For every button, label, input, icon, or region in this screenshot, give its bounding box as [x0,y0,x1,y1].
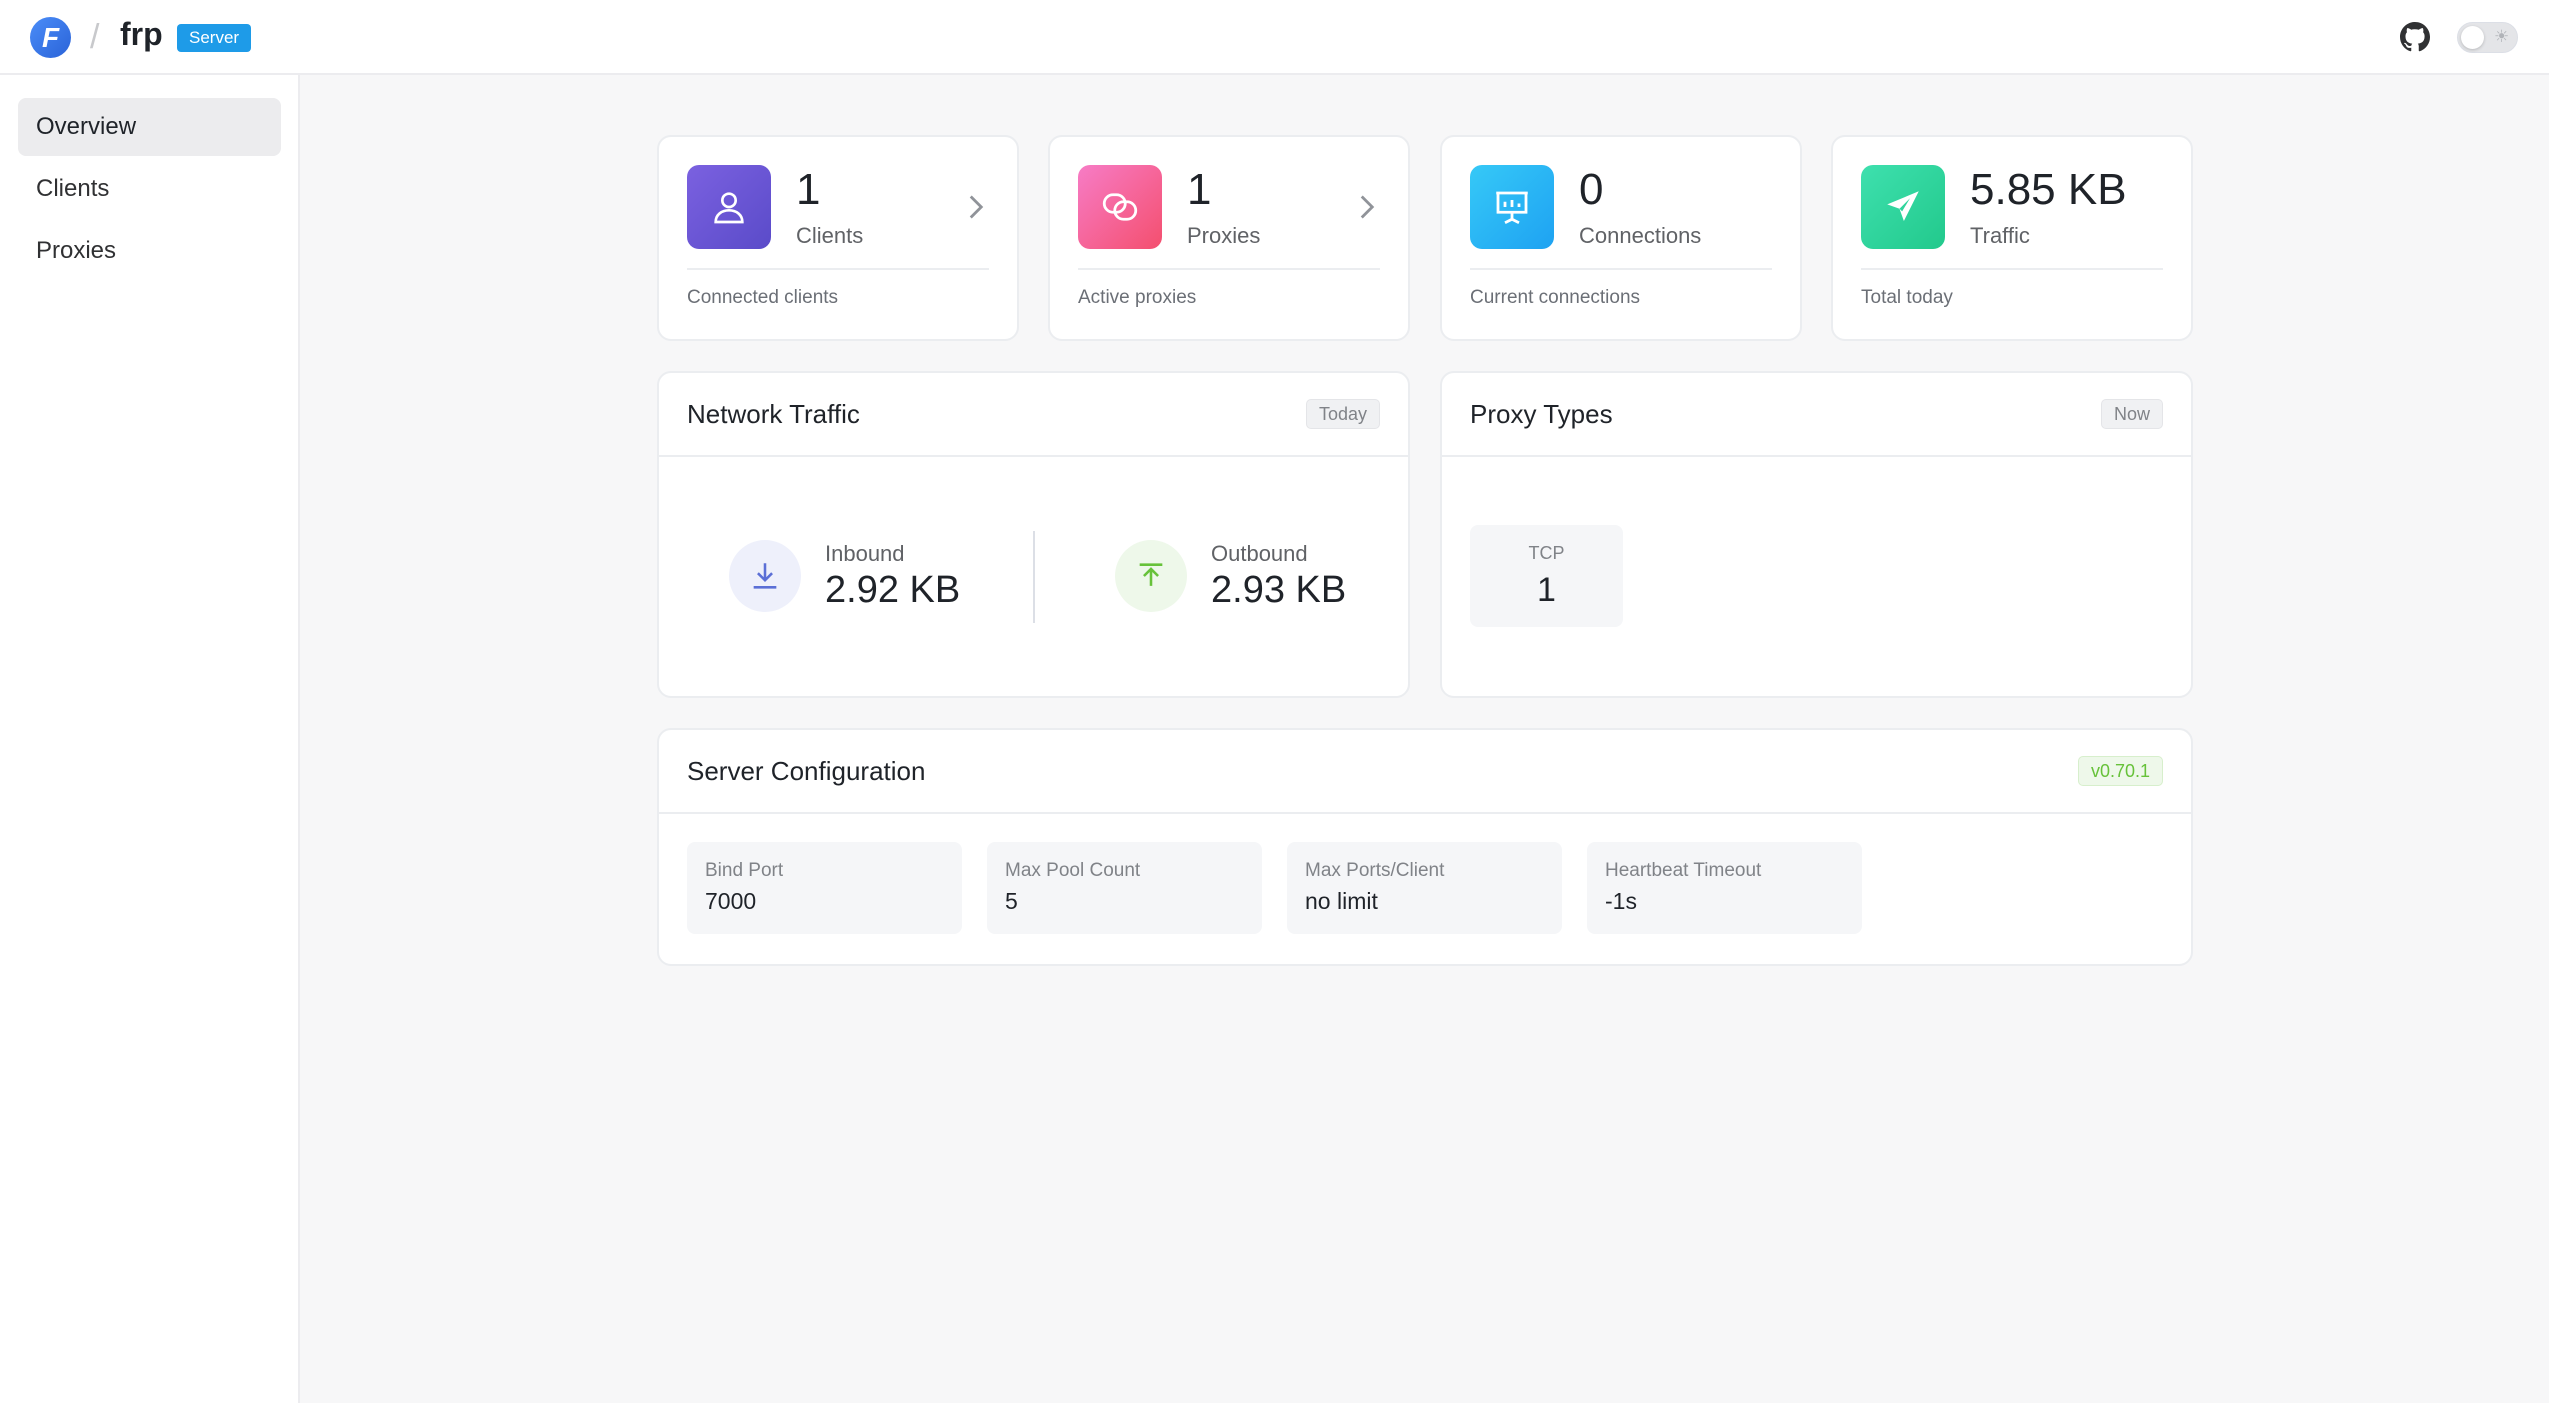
panel-title: Server Configuration [687,756,926,786]
toggle-knob [2461,26,2484,49]
breadcrumb-separator: / [90,18,100,56]
config-item-max-ports-client: Max Ports/Client no limit [1287,842,1562,934]
config-item-bind-port: Bind Port 7000 [687,842,962,934]
sidebar-item-proxies[interactable]: Proxies [18,222,281,280]
download-icon [729,540,801,612]
stat-subtitle: Total today [1861,287,1953,308]
sidebar-item-label: Proxies [36,237,117,264]
config-item-heartbeat-timeout: Heartbeat Timeout -1s [1587,842,1862,934]
config-label: Bind Port [705,860,784,881]
github-icon[interactable] [2400,22,2430,52]
period-tag: Now [2100,399,2163,429]
link-icon [1078,165,1162,249]
config-label: Heartbeat Timeout [1605,860,1762,881]
panel-title: Proxy Types [1470,399,1613,429]
user-icon [687,165,771,249]
panel-title: Network Traffic [687,399,860,429]
stat-label: Clients [796,223,864,248]
divider [659,812,2191,814]
config-value: -1s [1605,888,1637,914]
version-tag: v0.70.1 [2077,756,2163,786]
frp-logo[interactable]: F [30,17,71,58]
divider [687,268,989,270]
proxy-type-label: TCP [1528,543,1565,563]
theme-toggle[interactable]: ☀ [2457,22,2518,53]
sidebar-item-label: Clients [36,175,110,202]
server-config-panel: Server Configuration v0.70.1 Bind Port 7… [657,728,2193,966]
stat-card-traffic: 5.85 KB Traffic Total today [1831,135,2193,341]
sidebar: Overview Clients Proxies [0,75,300,1403]
upload-icon [1115,540,1187,612]
config-label: Max Pool Count [1005,860,1141,881]
config-value: 5 [1005,888,1018,914]
proxy-types-panel: Proxy Types Now TCP 1 [1440,371,2193,698]
paper-plane-icon [1861,165,1945,249]
config-item-max-pool-count: Max Pool Count 5 [987,842,1262,934]
logo-letter: F [41,21,60,53]
inbound-label: Inbound [825,541,905,566]
presentation-chart-icon [1470,165,1554,249]
inbound-value: 2.92 KB [825,569,961,611]
stat-subtitle: Connected clients [687,287,839,308]
sidebar-item-clients[interactable]: Clients [18,160,281,218]
stat-label: Connections [1579,223,1702,248]
server-badge: Server [177,24,252,52]
stat-label: Proxies [1187,223,1261,248]
config-value: 7000 [705,888,757,914]
stat-subtitle: Current connections [1470,287,1641,308]
stat-card-connections: 0 Connections Current connections [1440,135,1802,341]
period-tag: Today [1305,399,1380,429]
sidebar-item-label: Overview [36,113,137,140]
config-value: no limit [1305,888,1378,914]
divider [1442,455,2191,457]
stat-value: 0 [1579,165,1604,214]
stat-subtitle: Active proxies [1078,287,1197,308]
stat-card-clients[interactable]: 1 Clients Connected clients [657,135,1019,341]
app-name: frp [120,16,163,52]
stat-value: 1 [1187,165,1212,214]
outbound-label: Outbound [1211,541,1308,566]
chevron-right-icon[interactable] [967,193,985,221]
top-header: F / frp Server ☀ [0,0,2549,75]
sun-icon: ☀ [2494,27,2510,46]
stat-value: 5.85 KB [1970,165,2127,214]
divider [659,455,1408,457]
stat-card-proxies[interactable]: 1 Proxies Active proxies [1048,135,1410,341]
stat-label: Traffic [1970,223,2030,248]
proxy-type-count: 1 [1537,571,1556,609]
stat-value: 1 [796,165,821,214]
config-label: Max Ports/Client [1305,860,1445,881]
chevron-right-icon[interactable] [1358,193,1376,221]
divider [1078,268,1380,270]
network-traffic-panel: Network Traffic Today Inbound 2.92 KB Ou… [657,371,1410,698]
proxy-type-tile[interactable]: TCP 1 [1470,525,1623,627]
divider [1861,268,2163,270]
sidebar-item-overview[interactable]: Overview [18,98,281,156]
divider [1470,268,1772,270]
outbound-value: 2.93 KB [1211,569,1347,611]
divider [1033,531,1035,623]
